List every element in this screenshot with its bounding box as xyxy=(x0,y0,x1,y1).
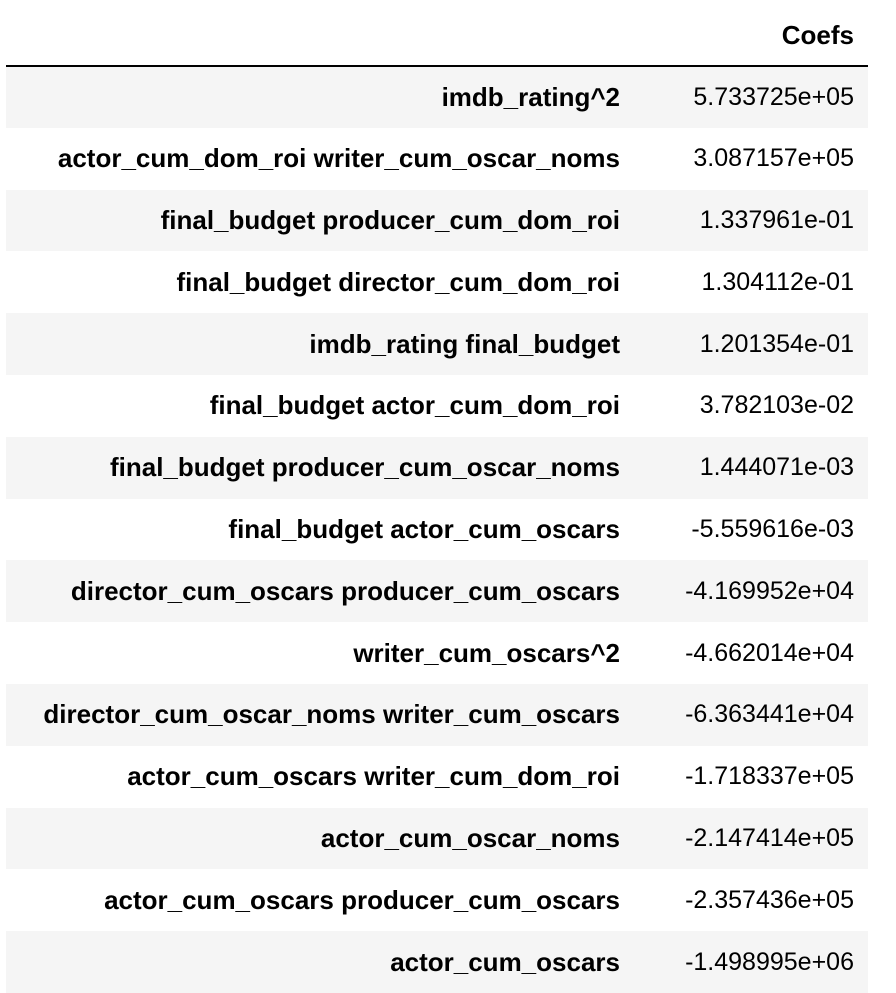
table-row: final_budget producer_cum_dom_roi 1.3379… xyxy=(6,189,868,252)
table-row: actor_cum_oscar_noms -2.147414e+05 xyxy=(6,807,868,870)
coef-value: -4.662014e+04 xyxy=(685,638,854,667)
coef-value: -6.363441e+04 xyxy=(685,700,854,729)
coef-value: -1.718337e+05 xyxy=(685,762,854,791)
table-row: final_budget director_cum_dom_roi 1.3041… xyxy=(6,251,868,314)
feature-name: writer_cum_oscars^2 xyxy=(353,637,620,668)
table-header: Coefs xyxy=(6,0,868,67)
table-row: director_cum_oscars producer_cum_oscars … xyxy=(6,560,868,623)
coef-value: 1.337961e-01 xyxy=(699,205,854,234)
feature-name: final_budget actor_cum_dom_roi xyxy=(209,390,620,421)
feature-name: final_budget producer_cum_dom_roi xyxy=(160,204,620,235)
table-row: actor_cum_oscars writer_cum_dom_roi -1.7… xyxy=(6,745,868,808)
coef-value: -2.147414e+05 xyxy=(685,823,854,852)
feature-name: actor_cum_oscar_noms xyxy=(320,822,620,853)
feature-name: final_budget actor_cum_oscars xyxy=(228,513,620,544)
feature-name: actor_cum_oscars producer_cum_oscars xyxy=(104,884,620,915)
coef-value: 3.782103e-02 xyxy=(699,391,854,420)
feature-name: final_budget director_cum_dom_roi xyxy=(176,266,620,297)
feature-name: director_cum_oscars producer_cum_oscars xyxy=(70,575,620,606)
coefficients-table: Coefs imdb_rating^2 5.733725e+05 actor_c… xyxy=(6,0,868,993)
coef-value: -1.498995e+06 xyxy=(685,947,854,976)
table-row: final_budget producer_cum_oscar_noms 1.4… xyxy=(6,436,868,499)
table-row: director_cum_oscar_noms writer_cum_oscar… xyxy=(6,683,868,746)
table-row: final_budget actor_cum_dom_roi 3.782103e… xyxy=(6,374,868,437)
table-row: imdb_rating final_budget 1.201354e-01 xyxy=(6,313,868,375)
table-row: final_budget actor_cum_oscars -5.559616e… xyxy=(6,498,868,561)
feature-name: imdb_rating^2 xyxy=(441,81,620,112)
coef-value: 1.444071e-03 xyxy=(699,453,854,482)
coef-value: -2.357436e+05 xyxy=(685,885,854,914)
feature-name: director_cum_oscar_noms writer_cum_oscar… xyxy=(43,699,620,730)
feature-name: actor_cum_dom_roi writer_cum_oscar_noms xyxy=(57,143,620,174)
coefficients-table-container: Coefs imdb_rating^2 5.733725e+05 actor_c… xyxy=(6,0,868,993)
feature-name: actor_cum_oscars writer_cum_dom_roi xyxy=(127,761,620,792)
feature-name: imdb_rating final_budget xyxy=(309,328,620,359)
coef-value: -4.169952e+04 xyxy=(685,576,854,605)
index-header xyxy=(6,0,644,67)
header-row: Coefs xyxy=(6,0,868,67)
table-row: actor_cum_dom_roi writer_cum_oscar_noms … xyxy=(6,127,868,190)
table-row: writer_cum_oscars^2 -4.662014e+04 xyxy=(6,622,868,684)
table-row: actor_cum_oscars producer_cum_oscars -2.… xyxy=(6,869,868,932)
table-row: actor_cum_oscars -1.498995e+06 xyxy=(6,931,868,993)
coef-value: 5.733725e+05 xyxy=(693,82,854,111)
table-body: imdb_rating^2 5.733725e+05 actor_cum_dom… xyxy=(6,66,868,993)
feature-name: final_budget producer_cum_oscar_noms xyxy=(109,452,620,483)
coef-value: -5.559616e-03 xyxy=(691,514,854,543)
feature-name: actor_cum_oscars xyxy=(390,946,620,977)
coef-value: 3.087157e+05 xyxy=(693,144,854,173)
coefs-column-header: Coefs xyxy=(644,0,868,67)
coef-value: 1.304112e-01 xyxy=(701,267,854,296)
table-row: imdb_rating^2 5.733725e+05 xyxy=(6,66,868,128)
coef-value: 1.201354e-01 xyxy=(699,329,854,358)
